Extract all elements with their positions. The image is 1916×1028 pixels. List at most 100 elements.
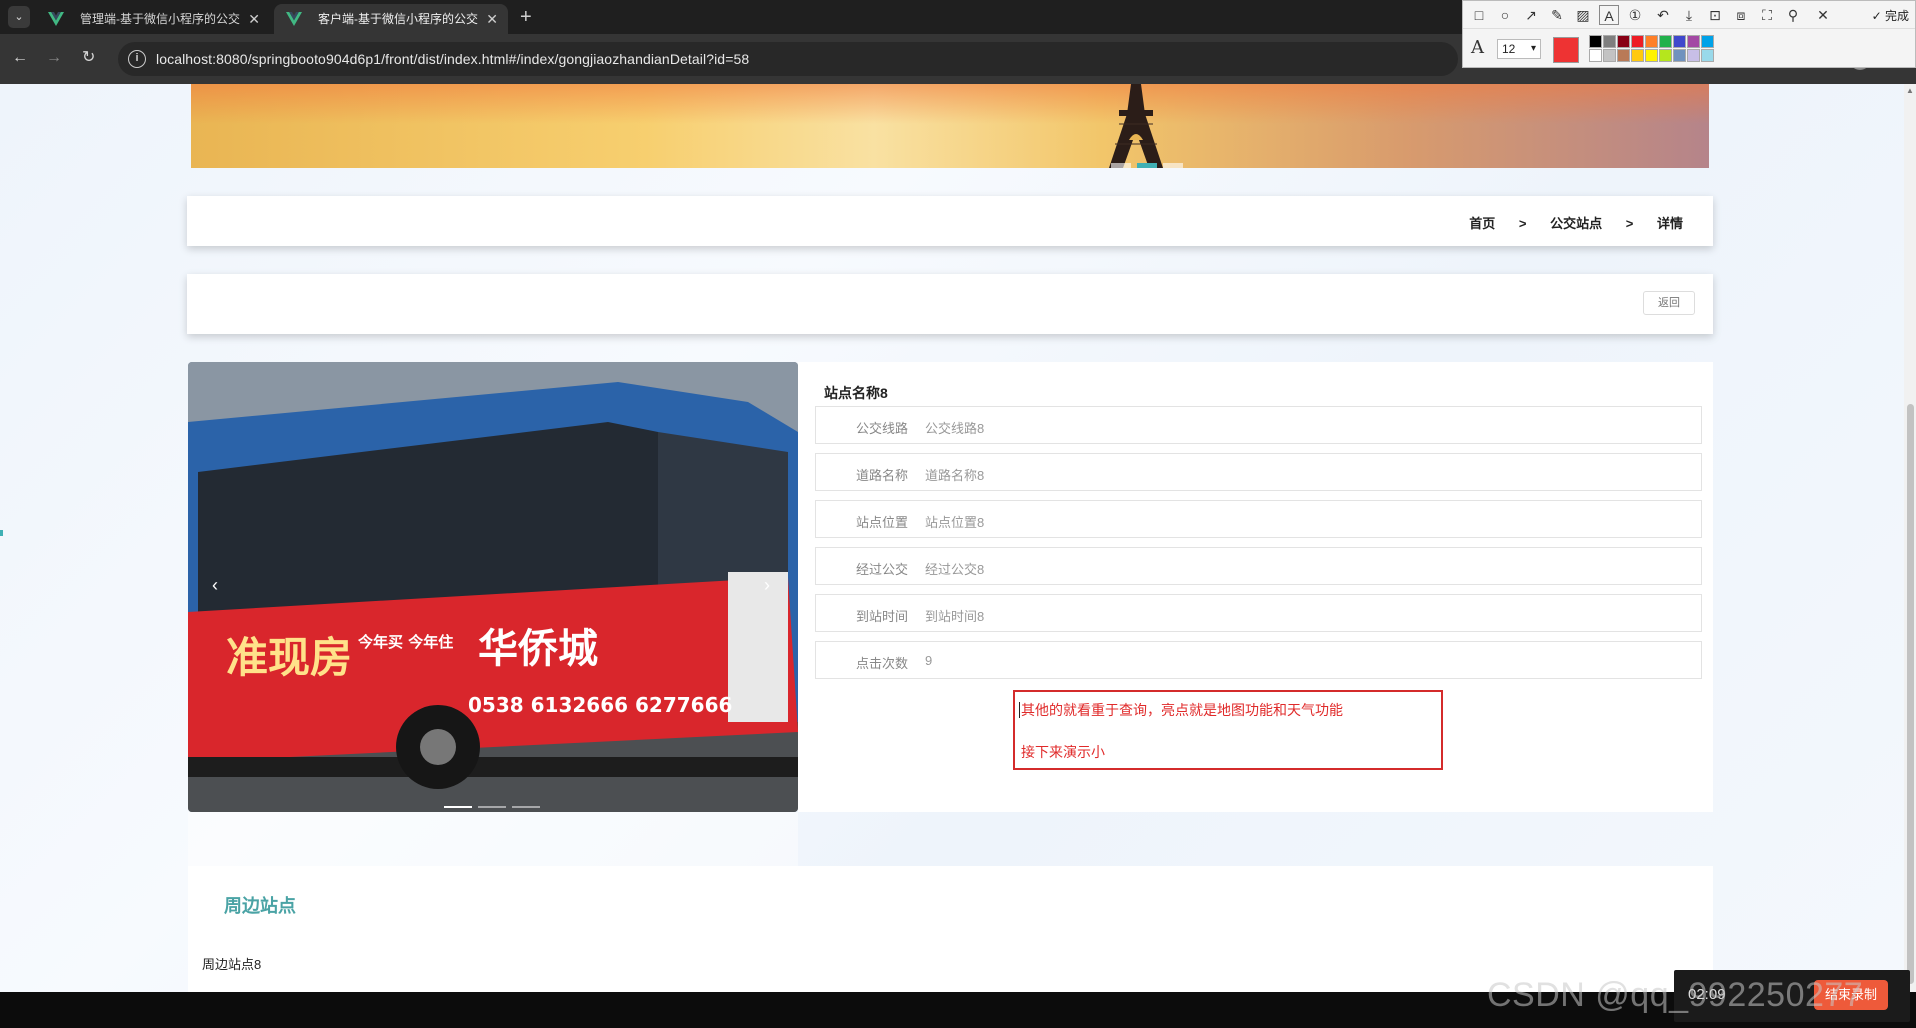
banner-dot[interactable]	[1137, 163, 1157, 168]
breadcrumb-current: 详情	[1656, 216, 1683, 231]
station-name: 站点名称8	[824, 385, 888, 401]
field-value: 经过公交8	[925, 562, 985, 577]
download-icon[interactable]: ⤓	[1679, 5, 1699, 25]
page-viewport: 首页 > 公交站点 > 详情 返回 准现房 今年买 今年住 华侨城 0538 6…	[0, 84, 1916, 992]
nearby-title: 周边站点	[224, 896, 296, 916]
screenshot-toolbar: □ ○ ↗ ✎ ▨ A ① ↶ ⤓ ⊡ ⧈ ⛶ ⚲ ✕ ✓ 完成 A 12	[1462, 0, 1916, 68]
forward-arrow-icon[interactable]: →	[46, 48, 62, 68]
color-swatch[interactable]	[1603, 49, 1616, 62]
chevron-left-icon[interactable]: ‹	[212, 575, 218, 596]
close-icon[interactable]: ✕	[248, 4, 260, 34]
back-arrow-icon[interactable]: ←	[12, 48, 28, 68]
text-icon[interactable]: A	[1599, 5, 1619, 25]
field-value: 到站时间8	[925, 609, 985, 624]
ad-phone: 0538 6132666 6277666	[468, 693, 732, 717]
close-icon[interactable]: ✕	[486, 4, 498, 34]
color-swatch[interactable]	[1617, 35, 1630, 48]
ad-brand: 华侨城	[478, 625, 598, 672]
field-label: 公交线路	[855, 421, 908, 436]
field-value: 公交线路8	[925, 421, 985, 436]
breadcrumb-home[interactable]: 首页	[1469, 216, 1495, 231]
photo-dot[interactable]	[478, 806, 506, 808]
tab-search-icon[interactable]: ⌄	[8, 6, 30, 28]
done-button[interactable]: ✓ 完成	[1872, 7, 1909, 24]
field-label: 站点位置	[855, 515, 908, 530]
color-swatch[interactable]	[1603, 35, 1616, 48]
annotation-textbox[interactable]: 其他的就看重于查询，亮点就是地图功能和天气功能 接下来演示小	[1013, 690, 1443, 770]
field-value: 9	[925, 653, 933, 668]
field-label: 经过公交	[855, 562, 908, 577]
color-swatch[interactable]	[1589, 35, 1602, 48]
info-icon[interactable]: i	[128, 50, 146, 68]
font-size-select[interactable]: 12	[1497, 39, 1541, 59]
tab-client[interactable]: 客户端-基于微信小程序的公交 ✕	[274, 4, 508, 34]
side-indicator	[0, 530, 3, 536]
chevron-right-icon[interactable]: ›	[764, 575, 770, 596]
scroll-thumb[interactable]	[1907, 404, 1914, 984]
photo-dot[interactable]	[512, 806, 540, 808]
color-swatch[interactable]	[1659, 49, 1672, 62]
banner-dot[interactable]	[1111, 163, 1131, 168]
color-swatch[interactable]	[1589, 49, 1602, 62]
field-arrival-time: 到站时间 到站时间8	[815, 594, 1702, 632]
field-label: 到站时间	[855, 609, 908, 624]
color-swatch[interactable]	[1673, 35, 1686, 48]
arrow-icon[interactable]: ↗	[1521, 5, 1541, 25]
breadcrumb: 首页 > 公交站点 > 详情	[187, 196, 1713, 246]
field-label: 道路名称	[855, 468, 908, 483]
ellipse-icon[interactable]: ○	[1495, 5, 1515, 25]
undo-icon[interactable]: ↶	[1653, 5, 1673, 25]
breadcrumb-section[interactable]: 公交站点	[1550, 216, 1602, 231]
color-swatch[interactable]	[1645, 35, 1658, 48]
reload-icon[interactable]: ↻	[82, 48, 95, 68]
back-button[interactable]: 返回	[1643, 291, 1695, 315]
color-swatch[interactable]	[1631, 35, 1644, 48]
pen-icon[interactable]: ✎	[1547, 5, 1567, 25]
nearby-stations-section: 周边站点 周边站点8	[188, 866, 1713, 992]
color-swatch[interactable]	[1617, 49, 1630, 62]
ad-slogan: 准现房	[226, 633, 352, 682]
scroll-up-icon[interactable]: ▲	[1906, 86, 1914, 95]
url-text: localhost:8080/springbooto904d6p1/front/…	[156, 51, 750, 67]
photo-indicators	[444, 795, 546, 812]
breadcrumb-separator: >	[1518, 216, 1527, 231]
text-cursor	[1019, 702, 1020, 718]
color-swatch[interactable]	[1687, 35, 1700, 48]
photo-dot[interactable]	[444, 806, 472, 808]
breadcrumb-separator: >	[1625, 216, 1634, 231]
action-bar: 返回	[187, 274, 1713, 334]
color-swatch[interactable]	[1701, 49, 1714, 62]
station-photo-carousel: 准现房 今年买 今年住 华侨城 0538 6132666 6277666 ‹ ›	[188, 362, 798, 812]
vue-icon	[286, 12, 302, 26]
rectangle-icon[interactable]: □	[1469, 5, 1489, 25]
url-field[interactable]: i localhost:8080/springbooto904d6p1/fron…	[118, 42, 1458, 76]
banner-dot[interactable]	[1163, 163, 1183, 168]
translate-icon[interactable]: ⧈	[1731, 5, 1751, 25]
bus-photo: 准现房 今年买 今年住 华侨城 0538 6132666 6277666	[188, 362, 798, 812]
field-label: 点击次数	[855, 656, 908, 671]
color-swatch[interactable]	[1659, 35, 1672, 48]
tab-admin[interactable]: 管理端-基于微信小程序的公交 ✕	[36, 4, 270, 34]
field-click-count: 点击次数 9	[815, 641, 1702, 679]
banner-indicators	[1111, 156, 1189, 168]
number-icon[interactable]: ①	[1625, 5, 1645, 25]
nearby-station-link[interactable]: 周边站点8	[202, 954, 261, 973]
banner-carousel	[191, 84, 1709, 168]
field-value: 站点位置8	[925, 515, 985, 530]
close-icon[interactable]: ✕	[1813, 5, 1833, 25]
color-swatch[interactable]	[1687, 49, 1700, 62]
page-scrollbar[interactable]: ▲	[1904, 84, 1916, 992]
ocr-icon[interactable]: ⊡	[1705, 5, 1725, 25]
ad-subslogan: 今年买 今年住	[357, 633, 453, 651]
color-swatch[interactable]	[1645, 49, 1658, 62]
annotation-line-2: 接下来演示小	[1021, 744, 1105, 760]
color-swatch[interactable]	[1701, 35, 1714, 48]
mosaic-icon[interactable]: ▨	[1573, 5, 1593, 25]
color-swatch[interactable]	[1673, 49, 1686, 62]
fullscreen-icon[interactable]: ⛶	[1757, 5, 1777, 25]
field-station-location: 站点位置 站点位置8	[815, 500, 1702, 538]
color-swatch[interactable]	[1631, 49, 1644, 62]
current-color-swatch[interactable]	[1553, 37, 1579, 63]
pin-icon[interactable]: ⚲	[1783, 5, 1803, 25]
new-tab-icon[interactable]: +	[520, 6, 532, 28]
